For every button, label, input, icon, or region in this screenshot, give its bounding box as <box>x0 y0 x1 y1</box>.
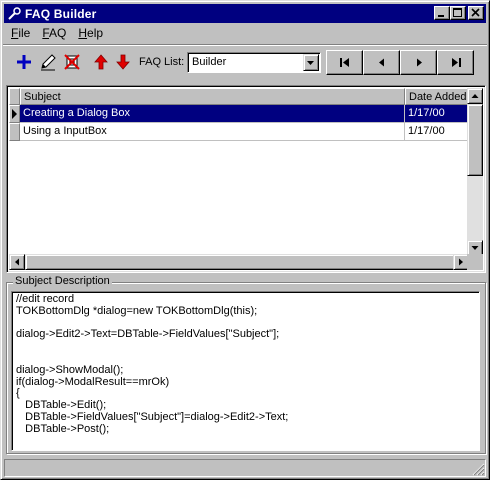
next-record-button[interactable] <box>400 50 437 75</box>
faq-list-value: Builder <box>192 56 227 68</box>
move-down-icon[interactable] <box>114 53 132 71</box>
scroll-right-icon <box>459 258 463 266</box>
memo-line: DBTable->Post(); <box>16 422 110 435</box>
close-button[interactable] <box>468 6 484 20</box>
delete-icon[interactable] <box>63 53 81 71</box>
memo-line: TOKBottomDlg *dialog=new TOKBottomDlg(th… <box>16 304 258 317</box>
close-icon <box>471 8 480 17</box>
next-record-icon <box>417 58 422 67</box>
add-icon[interactable] <box>15 53 33 71</box>
faq-grid[interactable]: Subject Date Added Creating a Dialog Box… <box>6 85 486 273</box>
horizontal-scrollbar[interactable] <box>9 254 469 270</box>
menu-bar: File FAQ Help <box>5 25 109 43</box>
first-record-button[interactable] <box>326 50 363 75</box>
scroll-down-icon <box>471 246 479 250</box>
scroll-up-icon <box>471 94 479 98</box>
chevron-down-icon <box>307 61 314 65</box>
title-bar[interactable]: FAQ Builder <box>4 4 486 23</box>
vertical-scrollbar[interactable] <box>467 88 483 256</box>
indicator-header <box>9 88 20 105</box>
last-record-button[interactable] <box>437 50 474 75</box>
menu-faq[interactable]: FAQ <box>36 25 72 43</box>
menu-help[interactable]: Help <box>72 25 109 43</box>
menu-separator <box>3 44 487 46</box>
maximize-button[interactable] <box>450 6 466 20</box>
menu-file[interactable]: File <box>5 25 36 43</box>
move-up-icon[interactable] <box>92 53 110 71</box>
horizontal-scroll-thumb[interactable] <box>25 254 455 270</box>
edit-icon[interactable] <box>39 53 57 71</box>
scroll-left-icon <box>15 258 19 266</box>
faq-list-combobox[interactable]: Builder <box>187 52 321 73</box>
memo-line: dialog->ShowModal(); <box>16 363 124 376</box>
cell-date-added[interactable]: 1/17/00 <box>405 105 469 123</box>
current-row-arrow-icon <box>12 109 17 119</box>
subject-description-group: Subject Description //edit record TOKBot… <box>6 275 486 454</box>
status-bar <box>4 459 486 477</box>
scrollbar-corner <box>467 254 483 270</box>
previous-record-button[interactable] <box>363 50 400 75</box>
first-record-icon <box>340 58 349 67</box>
memo-line <box>16 353 475 365</box>
app-window: FAQ Builder File FAQ Help FAQ List: Buil… <box>0 0 490 480</box>
column-header-date-added[interactable]: Date Added <box>405 88 469 105</box>
resize-grip-icon[interactable] <box>472 463 485 476</box>
last-record-icon <box>452 58 461 67</box>
memo-line: if(dialog->ModalResult==mrOk) <box>16 375 170 388</box>
status-panel <box>4 459 486 477</box>
memo-line: DBTable->FieldValues["Subject"]=dialog->… <box>16 410 289 423</box>
column-header-subject[interactable]: Subject <box>20 88 405 105</box>
maximize-icon <box>453 8 462 17</box>
minimize-icon <box>438 15 444 17</box>
wrench-icon <box>8 6 21 20</box>
memo-line <box>16 341 475 353</box>
cell-date-added[interactable]: 1/17/00 <box>405 123 469 141</box>
table-row[interactable]: Creating a Dialog Box 1/17/00 <box>9 105 469 123</box>
subject-description-memo[interactable]: //edit record TOKBottomDlg *dialog=new T… <box>11 291 480 451</box>
row-indicator <box>9 105 20 123</box>
cell-subject[interactable]: Using a InputBox <box>20 123 405 141</box>
vertical-scroll-thumb[interactable] <box>467 104 483 176</box>
scroll-up-button[interactable] <box>467 88 483 104</box>
cell-subject[interactable]: Creating a Dialog Box <box>20 105 405 123</box>
scroll-left-button[interactable] <box>9 254 25 270</box>
grid-header: Subject Date Added <box>9 88 469 105</box>
faq-list-label: FAQ List: <box>139 56 185 68</box>
row-indicator <box>9 123 20 141</box>
previous-record-icon <box>379 58 384 67</box>
table-row[interactable]: Using a InputBox 1/17/00 <box>9 123 469 141</box>
combobox-dropdown-button[interactable] <box>303 54 319 71</box>
memo-line: dialog->Edit2->Text=DBTable->FieldValues… <box>16 328 280 341</box>
window-title: FAQ Builder <box>25 6 97 21</box>
subject-description-label: Subject Description <box>13 275 112 287</box>
minimize-button[interactable] <box>434 6 450 20</box>
